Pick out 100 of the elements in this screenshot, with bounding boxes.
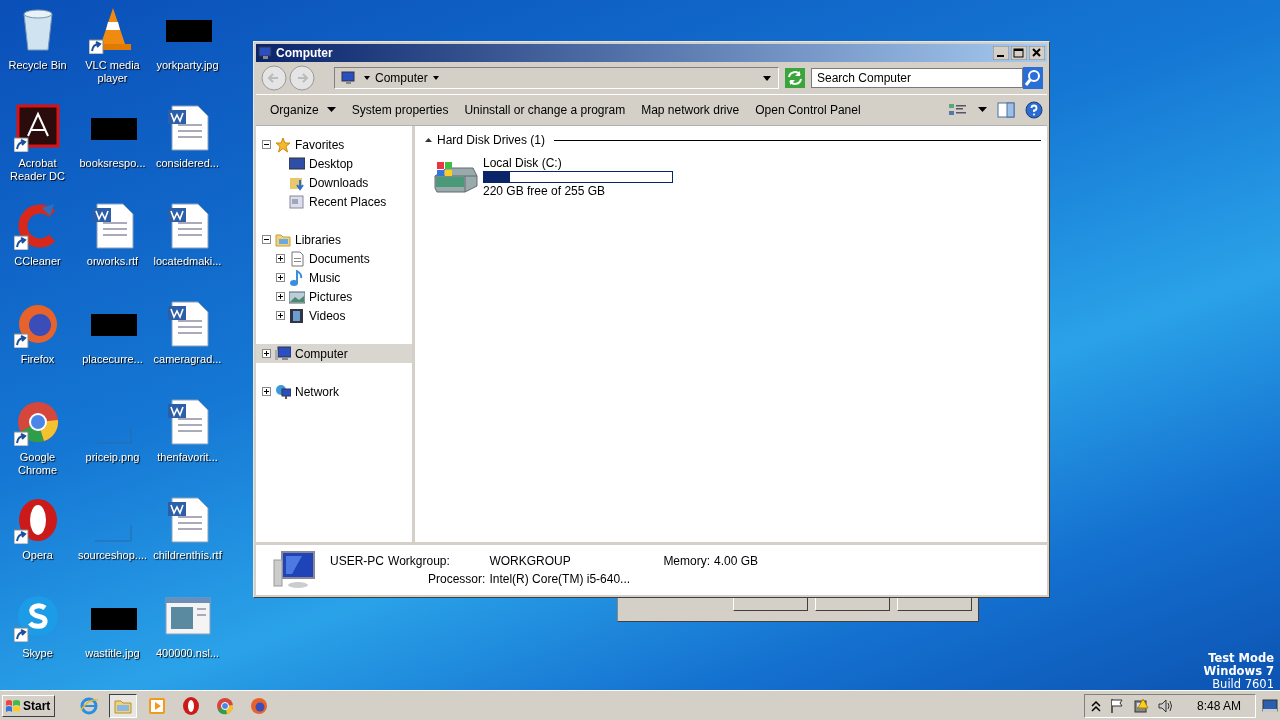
caret-icon [326,107,336,113]
speaker-icon[interactable] [1156,697,1175,714]
firefox-icon [249,695,270,716]
view-options-icon[interactable] [948,102,968,118]
drive-item[interactable]: Local Disk (C:) 220 GB free of 255 GB [431,156,683,198]
desktop-shortcut[interactable]: placecurre... [75,298,150,396]
collapse-icon[interactable] [262,235,271,244]
search-icon[interactable] [1023,67,1043,89]
network-warning-icon[interactable] [1132,697,1149,714]
breadcrumb-item[interactable]: Computer [375,71,428,85]
group-header[interactable]: Hard Disk Drives (1) [437,133,545,147]
desktop-shortcut[interactable]: priceip.png [75,396,150,494]
hard-drive-icon [431,160,479,194]
dropdown-icon[interactable] [762,74,772,82]
document-icon [289,250,305,267]
maximize-button[interactable] [1011,46,1027,60]
desktop-shortcut[interactable]: sourceshop.... [75,494,150,592]
music-note-icon [289,269,305,286]
flag-icon[interactable] [1108,697,1125,714]
tree-item[interactable]: Pictures [256,287,412,306]
desktop-shortcut[interactable]: thenfavorit... [150,396,225,494]
tree-item[interactable]: Computer [256,344,412,363]
details-value: 4.00 GB [714,554,759,568]
desktop-shortcut[interactable]: yorkparty.jpg [150,4,225,102]
preview-pane-icon[interactable] [997,102,1015,118]
library-folder-icon [275,231,291,248]
desktop-shortcut[interactable]: booksrespo... [75,102,150,200]
desktop-shortcut[interactable]: VLC media player [75,4,150,102]
refresh-icon[interactable] [785,68,805,88]
start-button[interactable]: Start [2,694,56,717]
window-title: Computer [276,46,333,60]
tree-item[interactable]: Desktop [256,154,412,173]
system-watermark-text: Windows 7 [1203,665,1274,678]
dialog-button[interactable] [815,598,890,611]
details-label: Processor: [427,572,486,586]
opera-icon [181,695,202,716]
help-icon[interactable] [1025,101,1043,119]
dialog-button[interactable] [733,598,808,611]
show-hidden-icons-button[interactable] [1090,699,1101,712]
clock[interactable]: 8:48 AM [1196,698,1241,713]
computer-icon [341,71,357,85]
tree-item[interactable]: Favorites [256,135,412,154]
star-icon [275,136,291,153]
caret-icon[interactable] [363,74,371,82]
tree-item[interactable]: Documents [256,249,412,268]
desktop-shortcut[interactable]: Recycle Bin [0,4,75,102]
details-label: Workgroup: [388,554,451,568]
monitor-icon [289,155,305,172]
expand-icon[interactable] [262,387,271,396]
computer-icon [258,46,274,60]
caret-icon[interactable] [978,107,987,113]
tree-item[interactable]: Libraries [256,230,412,249]
pdf-reader-icon [13,104,62,152]
desktop-shortcut[interactable]: Google Chrome [0,396,75,494]
chrome-icon [215,695,236,716]
collapse-caret-icon[interactable] [425,137,432,143]
caret-icon[interactable] [431,74,440,82]
taskbar-button[interactable] [109,693,138,718]
details-value: WORKGROUP [489,554,572,568]
ie-icon [79,695,100,716]
dialog-button[interactable] [897,598,972,611]
collapse-icon[interactable] [262,140,271,149]
details-value: Intel(R) Core(TM) i5-640... [489,572,632,586]
show-desktop-button[interactable] [1262,698,1278,713]
address-bar[interactable]: Computer [334,67,779,89]
tree-item[interactable]: Recent Places [256,192,412,211]
desktop-shortcut[interactable]: considered... [150,102,225,200]
toolbar-button[interactable]: Map network drive [633,98,748,122]
image-file-icon [93,426,132,444]
toolbar-button[interactable]: Organize [262,98,344,122]
toolbar-button[interactable]: System properties [343,98,457,122]
close-button[interactable] [1029,46,1045,60]
desktop-shortcut[interactable]: orworks.rtf [75,200,150,298]
desktop-shortcut[interactable]: Acrobat Reader DC [0,102,75,200]
search-field[interactable]: Search Computer [811,68,1023,88]
computer-icon [272,550,318,590]
film-strip-icon [289,307,305,324]
system-watermark-text: Test Mode [1207,652,1274,665]
tree-item[interactable]: Downloads [256,173,412,192]
expand-icon[interactable] [262,349,271,358]
recent-places-icon [289,193,305,210]
system-watermark-text: Build 7601 [1211,678,1274,691]
desktop-shortcut[interactable]: locatedmaki... [150,200,225,298]
expand-icon[interactable] [276,254,285,263]
tree-item[interactable]: Music [256,268,412,287]
minimize-button[interactable] [993,46,1009,60]
desktop-shortcut[interactable]: Opera [0,494,75,592]
expand-icon[interactable] [276,273,285,282]
image-file-icon [93,524,132,542]
tree-item[interactable]: Videos [256,306,412,325]
desktop-shortcut[interactable]: cameragrad... [150,298,225,396]
toolbar-button[interactable]: Uninstall or change a program [456,98,634,122]
network-icon [275,383,291,400]
free-space-text: 220 GB free of 255 GB [483,184,607,198]
desktop-shortcut[interactable]: CCleaner [0,200,75,298]
expand-icon[interactable] [276,292,285,301]
toolbar-button[interactable]: Open Control Panel [747,98,869,122]
tree-item[interactable]: Network [256,382,412,401]
expand-icon[interactable] [276,311,285,320]
desktop-shortcut[interactable]: Firefox [0,298,75,396]
